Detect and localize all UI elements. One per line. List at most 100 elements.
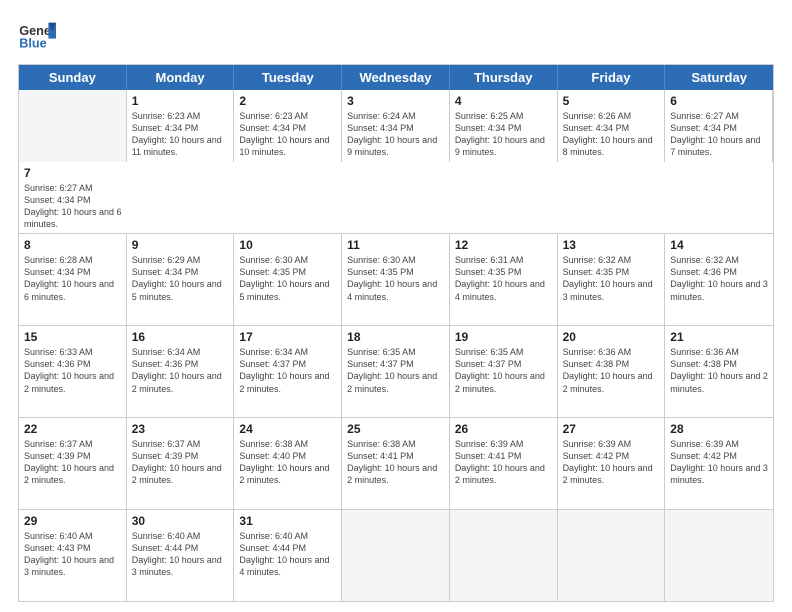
calendar-cell: 19Sunrise: 6:35 AMSunset: 4:37 PMDayligh…: [450, 326, 558, 417]
calendar-cell: 14Sunrise: 6:32 AMSunset: 4:36 PMDayligh…: [665, 234, 773, 325]
day-number: 22: [24, 422, 121, 436]
cell-info: Sunrise: 6:39 AMSunset: 4:41 PMDaylight:…: [455, 438, 552, 487]
calendar-cell: 17 Sunrise: 6:34 AMSunset: 4:37 PMDayligh…: [234, 326, 342, 417]
calendar-cell: 8 Sunrise: 6:28 AMSunset: 4:34 PMDaylight…: [19, 234, 127, 325]
calendar-cell: 11Sunrise: 6:30 AMSunset: 4:35 PMDayligh…: [342, 234, 450, 325]
cell-info: Sunrise: 6:35 AMSunset: 4:37 PMDaylight:…: [347, 346, 444, 395]
logo-shape: General Blue: [18, 18, 56, 56]
day-number: 31: [239, 514, 336, 528]
cell-info: Sunrise: 6:29 AMSunset: 4:34 PMDaylight:…: [132, 254, 229, 303]
day-number: 17: [239, 330, 336, 344]
day-number: 12: [455, 238, 552, 252]
calendar-row-2: 15Sunrise: 6:33 AMSunset: 4:36 PMDayligh…: [19, 325, 773, 417]
day-number: 23: [132, 422, 229, 436]
day-number: 29: [24, 514, 121, 528]
calendar-cell: 1 Sunrise: 6:23 AMSunset: 4:34 PMDaylight…: [127, 90, 235, 162]
day-number: 24: [239, 422, 336, 436]
svg-text:Blue: Blue: [19, 36, 46, 50]
cell-info: Sunrise: 6:34 AMSunset: 4:36 PMDaylight:…: [132, 346, 229, 395]
calendar-cell: 31 Sunrise: 6:40 AMSunset: 4:44 PMDayligh…: [234, 510, 342, 601]
calendar-cell: 5 Sunrise: 6:26 AMSunset: 4:34 PMDaylight…: [558, 90, 666, 162]
day-number: 10: [239, 238, 336, 252]
day-number: 6: [670, 94, 767, 108]
calendar-row-4: 29 Sunrise: 6:40 AMSunset: 4:43 PMDayligh…: [19, 509, 773, 601]
cell-info: Sunrise: 6:40 AMSunset: 4:44 PMDaylight:…: [132, 530, 229, 579]
cell-info: Sunrise: 6:23 AMSunset: 4:34 PMDaylight:…: [132, 110, 229, 159]
day-number: 14: [670, 238, 768, 252]
calendar-cell: 27 Sunrise: 6:39 AMSunset: 4:42 PMDayligh…: [558, 418, 666, 509]
calendar-cell: 10Sunrise: 6:30 AMSunset: 4:35 PMDayligh…: [234, 234, 342, 325]
day-number: 9: [132, 238, 229, 252]
day-number: 30: [132, 514, 229, 528]
header: General Blue: [18, 18, 774, 56]
calendar-cell: 16Sunrise: 6:34 AMSunset: 4:36 PMDayligh…: [127, 326, 235, 417]
calendar-row-3: 22 Sunrise: 6:37 AMSunset: 4:39 PMDayligh…: [19, 417, 773, 509]
cell-info: Sunrise: 6:38 AMSunset: 4:41 PMDaylight:…: [347, 438, 444, 487]
calendar-cell: 20 Sunrise: 6:36 AMSunset: 4:38 PMDayligh…: [558, 326, 666, 417]
calendar-cell: 2 Sunrise: 6:23 AMSunset: 4:34 PMDaylight…: [234, 90, 342, 162]
calendar-cell: 30 Sunrise: 6:40 AMSunset: 4:44 PMDayligh…: [127, 510, 235, 601]
day-number: 8: [24, 238, 121, 252]
calendar-cell: 29 Sunrise: 6:40 AMSunset: 4:43 PMDayligh…: [19, 510, 127, 601]
cell-info: Sunrise: 6:37 AMSunset: 4:39 PMDaylight:…: [132, 438, 229, 487]
cell-info: Sunrise: 6:24 AMSunset: 4:34 PMDaylight:…: [347, 110, 444, 159]
day-number: 18: [347, 330, 444, 344]
cell-info: Sunrise: 6:31 AMSunset: 4:35 PMDaylight:…: [455, 254, 552, 303]
header-day-wednesday: Wednesday: [342, 65, 450, 90]
cell-info: Sunrise: 6:40 AMSunset: 4:43 PMDaylight:…: [24, 530, 121, 579]
header-day-thursday: Thursday: [450, 65, 558, 90]
calendar-cell: [19, 90, 127, 162]
calendar-cell: [342, 510, 450, 601]
cell-info: Sunrise: 6:38 AMSunset: 4:40 PMDaylight:…: [239, 438, 336, 487]
cell-info: Sunrise: 6:32 AMSunset: 4:35 PMDaylight:…: [563, 254, 660, 303]
day-number: 28: [670, 422, 768, 436]
cell-info: Sunrise: 6:39 AMSunset: 4:42 PMDaylight:…: [563, 438, 660, 487]
calendar-cell: [450, 510, 558, 601]
cell-info: Sunrise: 6:36 AMSunset: 4:38 PMDaylight:…: [563, 346, 660, 395]
cell-info: Sunrise: 6:23 AMSunset: 4:34 PMDaylight:…: [239, 110, 336, 159]
header-day-monday: Monday: [127, 65, 235, 90]
calendar-cell: 18 Sunrise: 6:35 AMSunset: 4:37 PMDayligh…: [342, 326, 450, 417]
calendar-header: SundayMondayTuesdayWednesdayThursdayFrid…: [19, 65, 773, 90]
calendar-cell: 3Sunrise: 6:24 AMSunset: 4:34 PMDaylight…: [342, 90, 450, 162]
day-number: 2: [239, 94, 336, 108]
cell-info: Sunrise: 6:28 AMSunset: 4:34 PMDaylight:…: [24, 254, 121, 303]
calendar-row-1: 8 Sunrise: 6:28 AMSunset: 4:34 PMDaylight…: [19, 233, 773, 325]
cell-info: Sunrise: 6:40 AMSunset: 4:44 PMDaylight:…: [239, 530, 336, 579]
calendar-cell: 9 Sunrise: 6:29 AMSunset: 4:34 PMDaylight…: [127, 234, 235, 325]
cell-info: Sunrise: 6:37 AMSunset: 4:39 PMDaylight:…: [24, 438, 121, 487]
calendar-cell: 21Sunrise: 6:36 AMSunset: 4:38 PMDayligh…: [665, 326, 773, 417]
calendar-cell: [665, 510, 773, 601]
calendar-cell: 26Sunrise: 6:39 AMSunset: 4:41 PMDayligh…: [450, 418, 558, 509]
cell-info: Sunrise: 6:39 AMSunset: 4:42 PMDaylight:…: [670, 438, 768, 487]
logo-icon: General Blue: [18, 18, 56, 56]
day-number: 27: [563, 422, 660, 436]
calendar-cell: [558, 510, 666, 601]
day-number: 21: [670, 330, 768, 344]
calendar-cell: 7Sunrise: 6:27 AMSunset: 4:34 PMDaylight…: [19, 162, 127, 234]
day-number: 20: [563, 330, 660, 344]
day-number: 5: [563, 94, 660, 108]
calendar-body: 1 Sunrise: 6:23 AMSunset: 4:34 PMDaylight…: [19, 90, 773, 601]
calendar-cell: 6 Sunrise: 6:27 AMSunset: 4:34 PMDaylight…: [665, 90, 773, 162]
cell-info: Sunrise: 6:34 AMSunset: 4:37 PMDaylight:…: [239, 346, 336, 395]
calendar-cell: 22 Sunrise: 6:37 AMSunset: 4:39 PMDayligh…: [19, 418, 127, 509]
calendar-row-0: 1 Sunrise: 6:23 AMSunset: 4:34 PMDaylight…: [19, 90, 773, 233]
day-number: 25: [347, 422, 444, 436]
day-number: 11: [347, 238, 444, 252]
day-number: 19: [455, 330, 552, 344]
calendar-cell: 12 Sunrise: 6:31 AMSunset: 4:35 PMDayligh…: [450, 234, 558, 325]
calendar-cell: 28 Sunrise: 6:39 AMSunset: 4:42 PMDayligh…: [665, 418, 773, 509]
calendar-cell: 24 Sunrise: 6:38 AMSunset: 4:40 PMDayligh…: [234, 418, 342, 509]
cell-info: Sunrise: 6:26 AMSunset: 4:34 PMDaylight:…: [563, 110, 660, 159]
calendar-cell: 4Sunrise: 6:25 AMSunset: 4:34 PMDaylight…: [450, 90, 558, 162]
header-day-tuesday: Tuesday: [234, 65, 342, 90]
header-day-sunday: Sunday: [19, 65, 127, 90]
page: General Blue SundayMondayTuesdayWednesda…: [0, 0, 792, 612]
day-number: 7: [24, 166, 122, 180]
day-number: 1: [132, 94, 229, 108]
cell-info: Sunrise: 6:27 AMSunset: 4:34 PMDaylight:…: [670, 110, 767, 159]
day-number: 4: [455, 94, 552, 108]
calendar: SundayMondayTuesdayWednesdayThursdayFrid…: [18, 64, 774, 602]
day-number: 15: [24, 330, 121, 344]
